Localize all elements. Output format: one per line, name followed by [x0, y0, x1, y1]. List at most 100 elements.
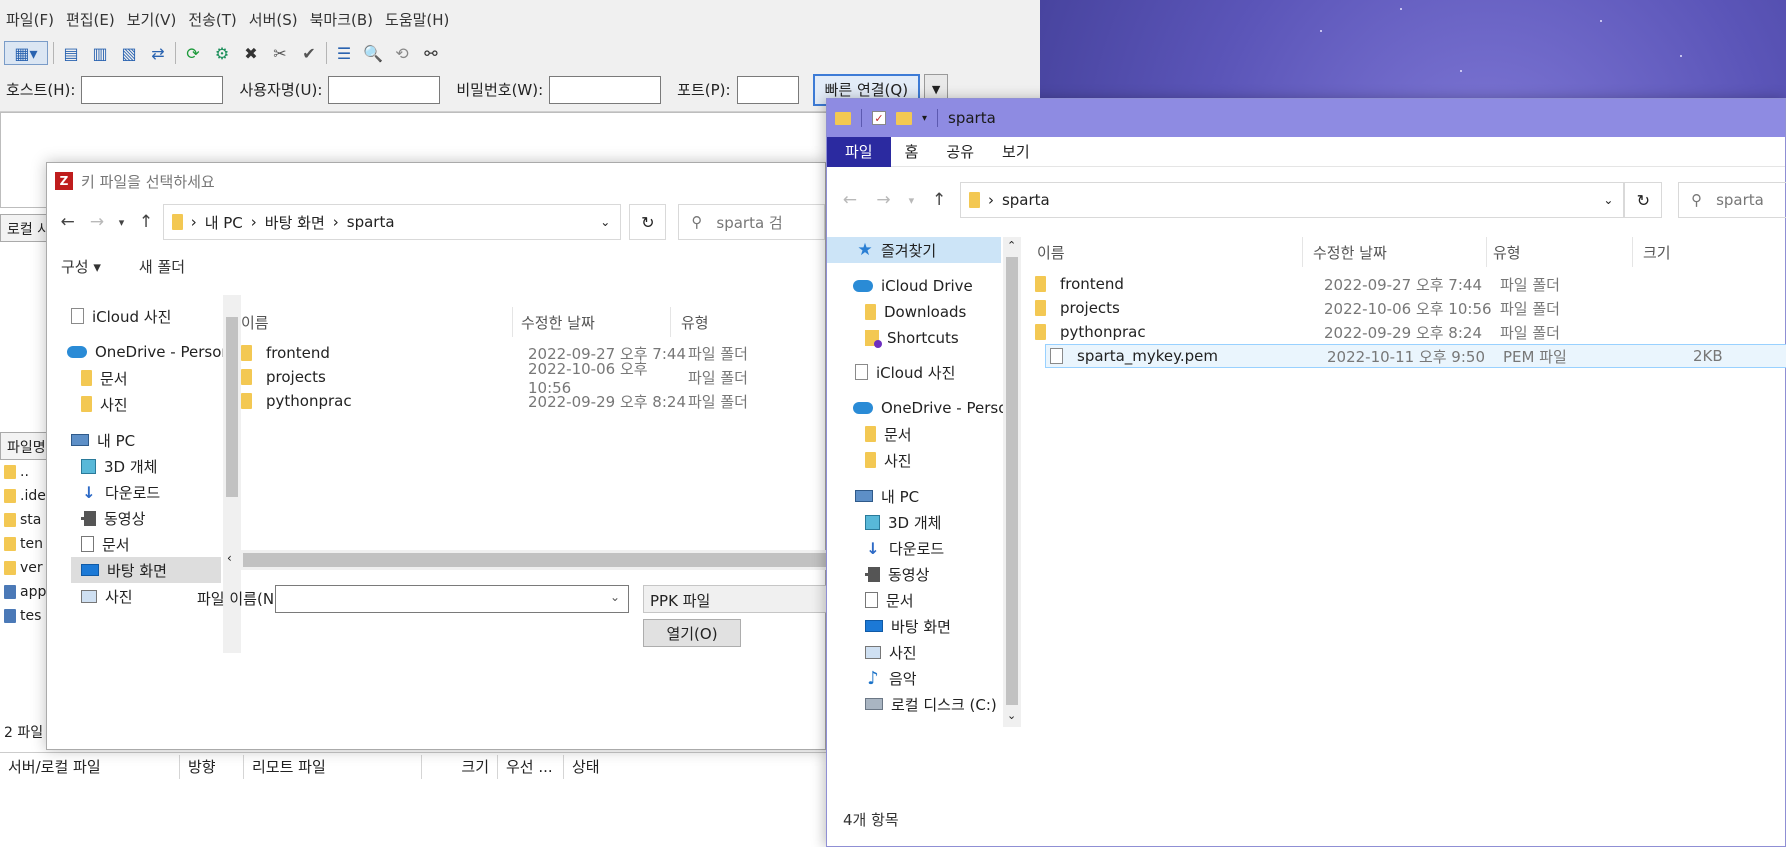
tab-home[interactable]: 홈 — [891, 137, 933, 167]
nav-item-documents[interactable]: 문서 — [81, 365, 128, 391]
nav-item-my-pc[interactable]: 내 PC — [855, 483, 919, 509]
nav-scrollbar[interactable]: ⌃ ⌄ — [1003, 237, 1021, 727]
nav-item-quick-access[interactable]: ★ 즐겨찾기 — [827, 237, 1001, 263]
file-row-sparta-mykey[interactable]: sparta_mykey.pem 2022-10-11 오후 9:50 PEM … — [1045, 344, 1786, 368]
customize-qat-icon[interactable]: ▾ — [922, 113, 927, 124]
col-name[interactable]: 이름 — [235, 307, 513, 337]
queue-col-status[interactable]: 상태 — [564, 755, 684, 779]
up-arrow-icon[interactable]: ↑ — [133, 209, 158, 235]
explorer-search-box[interactable]: ⚲ sparta — [1678, 182, 1786, 218]
breadcrumb-my-pc[interactable]: 내 PC — [205, 212, 243, 233]
list-item[interactable]: ten — [4, 532, 48, 556]
username-input[interactable] — [328, 75, 441, 104]
message-log-icon[interactable]: ▤ — [59, 41, 83, 65]
nav-item-desktop[interactable]: 바탕 화면 — [865, 613, 951, 639]
nav-item-3d-objects[interactable]: 3D 개체 — [865, 509, 941, 535]
password-input[interactable] — [549, 75, 662, 104]
back-arrow-icon[interactable]: ← — [837, 187, 863, 213]
transfer-queue-icon[interactable]: ⇄ — [146, 41, 170, 65]
nav-item-icloud-photos[interactable]: iCloud 사진 — [71, 303, 171, 329]
port-input[interactable] — [736, 75, 799, 104]
nav-item-videos[interactable]: 동영상 — [865, 561, 929, 587]
remote-tree-icon[interactable]: ▧ — [117, 41, 141, 65]
tab-share[interactable]: 공유 — [932, 137, 988, 167]
refresh-icon[interactable]: ↻ — [629, 204, 667, 240]
breadcrumb-desktop[interactable]: 바탕 화면 — [265, 212, 325, 233]
list-item[interactable]: .. — [4, 460, 48, 484]
filetype-select[interactable]: PPK 파일 — [643, 585, 833, 613]
open-button[interactable]: 열기(O) — [643, 619, 741, 647]
filename-filter-icon[interactable]: 🔍 — [361, 41, 385, 65]
scroll-up-icon[interactable]: ⌃ — [1007, 239, 1016, 252]
file-row-projects[interactable]: projects 2022-10-06 오후 10:56 파일 폴더 — [241, 360, 821, 397]
menu-edit[interactable]: 편집(E) — [66, 9, 115, 30]
organize-button[interactable]: 구성 ▾ — [61, 256, 101, 277]
folder-icon[interactable] — [835, 111, 851, 125]
col-date[interactable]: 수정한 날짜 — [1313, 237, 1487, 267]
find-files-icon[interactable]: ⚯ — [419, 41, 443, 65]
local-site-tab[interactable]: 로컬 사 — [0, 214, 50, 242]
tab-view[interactable]: 보기 — [988, 137, 1044, 167]
local-tree-icon[interactable]: ▥ — [88, 41, 112, 65]
scroll-left-icon[interactable]: ‹ — [227, 551, 232, 565]
breadcrumb-sparta[interactable]: sparta — [347, 213, 395, 231]
nav-item-pictures[interactable]: 사진 — [865, 447, 912, 473]
queue-col-direction[interactable]: 방향 — [180, 754, 244, 779]
new-folder-icon[interactable] — [896, 111, 912, 125]
nav-item-desktop[interactable]: 바탕 화면 — [71, 557, 221, 583]
chevron-down-icon[interactable]: ⌄ — [610, 590, 620, 604]
scroll-thumb[interactable] — [226, 317, 238, 497]
nav-item-downloads[interactable]: ↓ 다운로드 — [81, 479, 160, 505]
col-date[interactable]: 수정한 날짜 — [521, 307, 671, 337]
menu-view[interactable]: 보기(V) — [127, 9, 177, 30]
chevron-down-icon[interactable]: ⌄ — [1603, 193, 1613, 207]
list-item[interactable]: ver — [4, 556, 48, 580]
host-input[interactable] — [81, 75, 224, 104]
back-arrow-icon[interactable]: ← — [55, 209, 80, 235]
scroll-thumb[interactable] — [1006, 257, 1018, 705]
nav-item-documents-pc[interactable]: 문서 — [865, 587, 914, 613]
menu-transfer[interactable]: 전송(T) — [188, 9, 236, 30]
file-row-frontend[interactable]: frontend 2022-09-27 오후 7:44 파일 폴더 — [1031, 272, 1786, 296]
queue-col-priority[interactable]: 우선 ... — [498, 754, 564, 779]
recent-dropdown-icon[interactable]: ▾ — [114, 209, 130, 235]
menu-help[interactable]: 도움말(H) — [385, 9, 449, 30]
nav-item-icloud-drive[interactable]: iCloud Drive — [853, 273, 973, 299]
filename-input[interactable]: ⌄ — [275, 585, 629, 613]
nav-item-downloads[interactable]: ↓ 다운로드 — [865, 535, 944, 561]
site-manager-icon[interactable]: ▦▾ — [4, 41, 48, 65]
queue-col-file[interactable]: 서버/로컬 파일 — [0, 754, 180, 779]
nav-item-onedrive[interactable]: OneDrive - Personal — [853, 395, 1003, 421]
dialog-search-box[interactable]: ⚲ sparta 검 — [678, 204, 826, 240]
explorer-breadcrumb[interactable]: › sparta ⌄ — [959, 182, 1625, 218]
directory-listing-filter-icon[interactable]: ☰ — [332, 41, 356, 65]
filename-column-header[interactable]: 파일명 — [0, 432, 50, 460]
nav-item-videos[interactable]: 동영상 — [81, 505, 145, 531]
col-type[interactable]: 유형 — [1493, 237, 1633, 267]
nav-item-local-disk[interactable]: 로컬 디스크 (C:) — [865, 691, 997, 717]
file-list-hscrollbar[interactable]: ‹ — [223, 550, 827, 570]
process-queue-icon[interactable]: ⚙ — [210, 41, 234, 65]
breadcrumb-sparta[interactable]: sparta — [1002, 191, 1050, 209]
nav-item-pictures[interactable]: 사진 — [81, 391, 128, 417]
nav-item-3d-objects[interactable]: 3D 개체 — [81, 453, 157, 479]
chevron-down-icon[interactable]: ⌄ — [600, 215, 610, 229]
nav-item-onedrive[interactable]: OneDrive - Personal — [67, 339, 223, 365]
nav-item-downloads-icloud[interactable]: Downloads — [865, 299, 966, 325]
sync-browse-icon[interactable]: ⟲ — [390, 41, 414, 65]
properties-icon[interactable]: ✓ — [872, 111, 886, 125]
file-row-pythonprac[interactable]: pythonprac 2022-09-29 오후 8:24 파일 폴더 — [241, 389, 821, 413]
up-arrow-icon[interactable]: ↑ — [926, 187, 952, 213]
recent-dropdown-icon[interactable]: ▾ — [904, 187, 918, 213]
col-size[interactable]: 크기 — [1643, 237, 1786, 267]
nav-item-pictures-pc[interactable]: 사진 — [865, 639, 917, 665]
nav-item-shortcuts[interactable]: Shortcuts — [865, 325, 959, 351]
col-type[interactable]: 유형 — [681, 307, 741, 337]
list-item[interactable]: tes — [4, 604, 48, 628]
scroll-down-icon[interactable]: ⌄ — [1007, 709, 1016, 722]
disconnect-icon[interactable]: ✂ — [268, 41, 292, 65]
list-item[interactable]: app — [4, 580, 48, 604]
nav-item-my-pc[interactable]: 내 PC — [71, 427, 135, 453]
menu-bookmarks[interactable]: 북마크(B) — [310, 9, 373, 30]
nav-item-pictures-pc[interactable]: 사진 — [81, 583, 133, 609]
